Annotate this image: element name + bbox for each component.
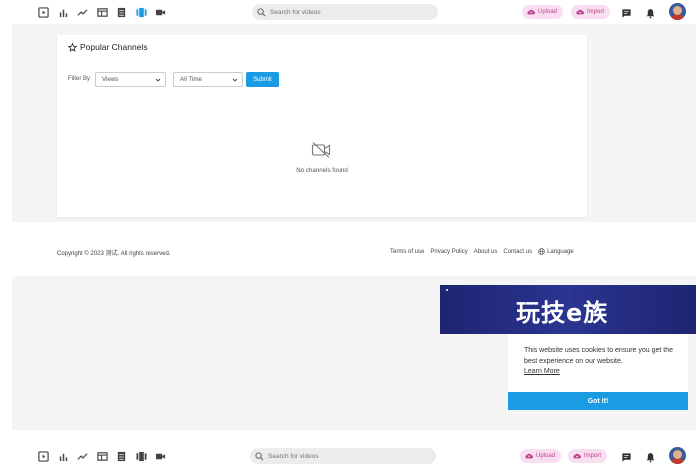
search-input[interactable] xyxy=(270,8,430,16)
upload-button[interactable]: Upload xyxy=(520,449,562,463)
video-off-icon xyxy=(311,142,331,158)
avatar[interactable] xyxy=(669,3,686,20)
filter-label: Filter By xyxy=(68,76,91,82)
cloud-upload-icon xyxy=(527,9,535,15)
import-label: Import xyxy=(587,9,605,15)
browser-window-icon[interactable] xyxy=(93,5,113,19)
cookie-accept-button[interactable]: Got it! xyxy=(508,392,688,410)
learn-more-link[interactable]: Learn More xyxy=(524,368,560,375)
top-navbar: Upload Import xyxy=(0,0,696,24)
upload-label: Upload xyxy=(536,453,556,459)
language-selector[interactable]: Language xyxy=(538,248,574,255)
avatar[interactable] xyxy=(669,447,686,464)
bar-chart-icon[interactable] xyxy=(54,5,74,19)
globe-icon xyxy=(538,248,545,255)
search-bar[interactable] xyxy=(250,448,436,464)
page-title-text: Popular Channels xyxy=(80,42,148,52)
chevron-down-icon xyxy=(232,78,238,82)
messages-icon[interactable] xyxy=(621,6,632,18)
channels-icon[interactable] xyxy=(132,449,152,463)
copyright-text: Copyright © 2023 测试. All rights reserved… xyxy=(57,251,171,257)
footer-link-terms[interactable]: Terms of use xyxy=(390,249,424,255)
messages-icon[interactable] xyxy=(621,450,632,462)
time-range-value: All Time xyxy=(180,76,203,83)
cloud-import-icon xyxy=(576,9,584,15)
cloud-upload-icon xyxy=(525,453,533,459)
video-library-icon[interactable] xyxy=(34,5,54,19)
notifications-icon[interactable] xyxy=(645,6,656,19)
chevron-down-icon xyxy=(155,78,161,82)
upload-button[interactable]: Upload xyxy=(522,5,564,19)
nav-icons xyxy=(34,449,171,463)
bar-chart-icon[interactable] xyxy=(54,449,74,463)
trending-icon[interactable] xyxy=(73,449,93,463)
nav-icons xyxy=(34,5,171,19)
bottom-navbar: Upload Import xyxy=(0,444,696,468)
empty-state-message: No channels found xyxy=(296,167,348,174)
page-title: Popular Channels xyxy=(68,42,148,52)
import-button[interactable]: Import xyxy=(568,449,608,463)
list-icon[interactable] xyxy=(112,5,132,19)
popular-channels-card: Popular Channels Filter By Views All Tim… xyxy=(57,35,587,217)
footer-links: Terms of use Privacy Policy About us Con… xyxy=(390,248,574,255)
cookie-consent-popup: This website uses cookies to ensure you … xyxy=(508,334,688,410)
banner-ad[interactable]: 玩技e族 xyxy=(440,285,696,334)
submit-button[interactable]: Submit xyxy=(246,72,279,87)
footer: Copyright © 2023 测试. All rights reserved… xyxy=(0,222,696,276)
channels-icon[interactable] xyxy=(132,5,152,19)
sort-by-select[interactable]: Views xyxy=(95,72,166,87)
footer-link-contact[interactable]: Contact us xyxy=(503,249,532,255)
star-icon xyxy=(68,42,77,52)
search-icon xyxy=(255,451,264,460)
language-label: Language xyxy=(547,248,574,255)
cookie-message: This website uses cookies to ensure you … xyxy=(524,347,674,365)
video-library-icon[interactable] xyxy=(34,449,54,463)
search-input[interactable] xyxy=(268,452,428,460)
sort-by-value: Views xyxy=(102,76,119,83)
search-icon xyxy=(257,7,266,16)
notifications-icon[interactable] xyxy=(645,450,656,463)
import-button[interactable]: Import xyxy=(571,5,611,19)
import-label: Import xyxy=(584,453,602,459)
footer-link-about[interactable]: About us xyxy=(474,249,498,255)
banner-text: 玩技e族 xyxy=(516,299,609,327)
footer-link-privacy[interactable]: Privacy Policy xyxy=(430,249,467,255)
camera-icon[interactable] xyxy=(151,5,171,19)
banner-star xyxy=(446,289,448,291)
cloud-import-icon xyxy=(573,453,581,459)
list-icon[interactable] xyxy=(112,449,132,463)
trending-icon[interactable] xyxy=(73,5,93,19)
search-bar[interactable] xyxy=(252,4,438,20)
upload-label: Upload xyxy=(538,9,558,15)
time-range-select[interactable]: All Time xyxy=(173,72,243,87)
browser-window-icon[interactable] xyxy=(93,449,113,463)
camera-icon[interactable] xyxy=(151,449,171,463)
